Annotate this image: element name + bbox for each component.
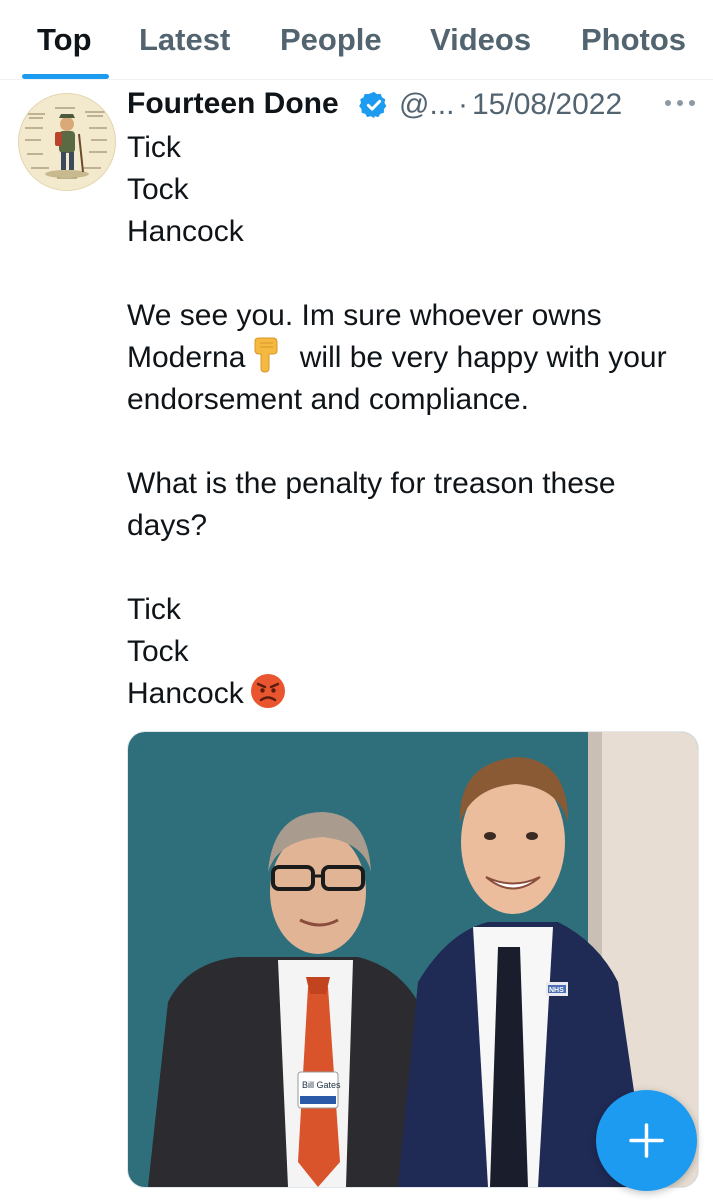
tab-latest[interactable]: Latest [139,22,230,58]
tweet-header: Fourteen Done @... · 15/08/2022 [127,86,697,128]
text-line: Hancock [127,215,244,248]
text-line: Tock [127,173,189,206]
search-tabs: Top Latest People Videos Photos [0,0,713,80]
tweet-body: Tick Tock Hancock We see you. Im sure wh… [127,127,687,715]
backhand-index-pointing-down-emoji [254,337,278,373]
cartoon-hiker-avatar [19,94,115,190]
tab-top[interactable]: Top [37,22,92,58]
text-segment: Hancock [127,677,244,710]
tweet-date[interactable]: 15/08/2022 [472,88,622,122]
lapel-badge-text: NHS [549,987,564,994]
tabs-divider [0,79,713,80]
text-line: Hancock [127,673,687,715]
text-paragraph: What is the penalty for treason these da… [127,467,616,542]
tab-photos[interactable]: Photos [581,22,686,58]
header-separator: · [458,88,468,121]
plus-icon [629,1123,664,1158]
angry-face-emoji [250,674,285,708]
compose-button[interactable] [596,1090,697,1191]
author-handle[interactable]: @... [399,88,454,122]
text-line: Tick [127,593,181,626]
verified-badge-icon [359,91,387,119]
tab-videos[interactable]: Videos [430,22,531,58]
more-horizontal-icon[interactable] [663,96,697,110]
text-line: Tock [127,635,189,668]
text-line: Tick [127,131,181,164]
text-paragraph: We see you. Im sure whoever owns Moderna… [127,295,687,421]
author-avatar[interactable] [18,93,116,191]
author-display-name[interactable]: Fourteen Done [127,87,339,121]
tab-people[interactable]: People [280,22,382,58]
name-badge-text: Bill Gates [302,1080,341,1090]
